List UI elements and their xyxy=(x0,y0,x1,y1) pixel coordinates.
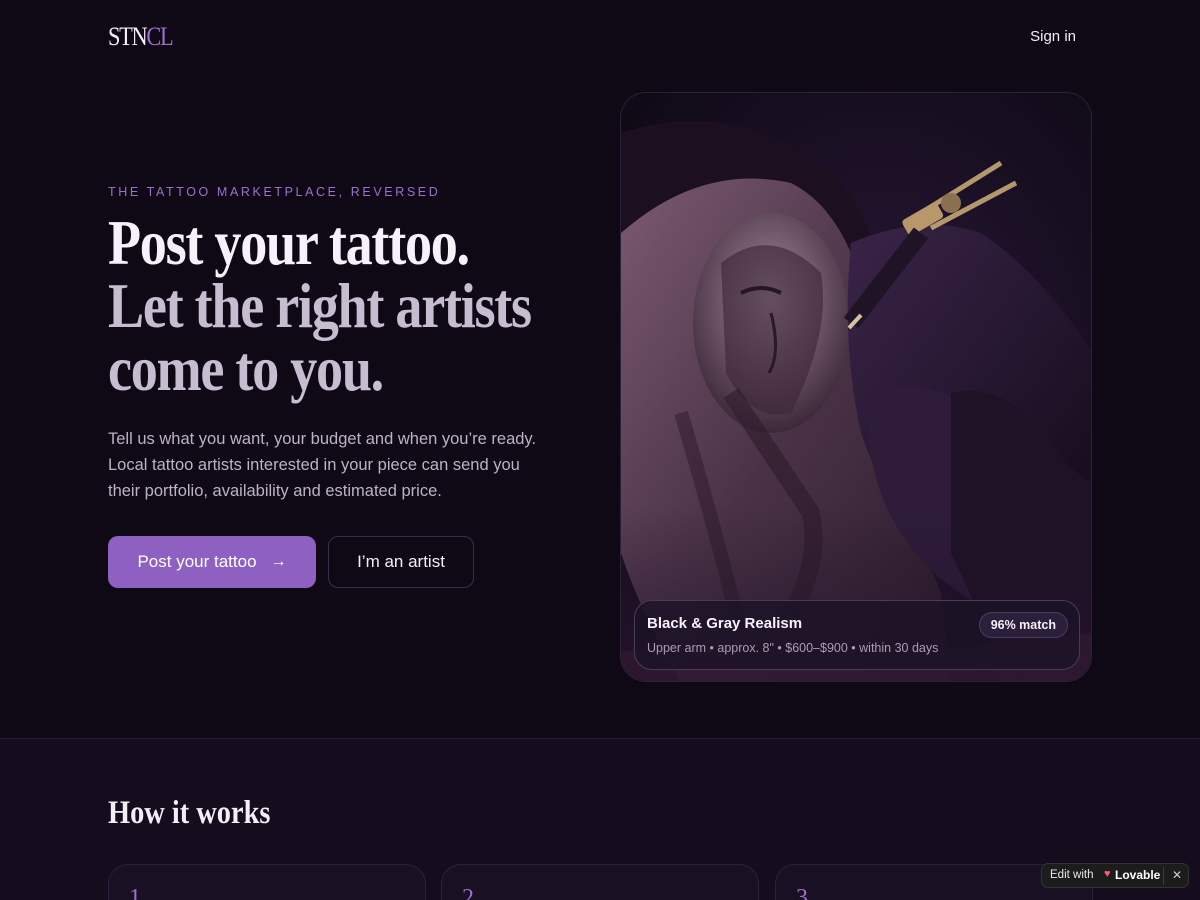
step-number: 2 xyxy=(462,885,474,900)
lovable-brand: Lovable xyxy=(1115,868,1161,882)
artist-button[interactable]: I’m an artist xyxy=(328,536,474,588)
step-card-2: 2 xyxy=(441,864,759,900)
post-tattoo-button[interactable]: Post your tattoo → xyxy=(108,536,316,588)
edit-with-label: Edit with xyxy=(1050,869,1094,881)
tattoo-photo xyxy=(621,93,1091,681)
sign-in-link[interactable]: Sign in xyxy=(1030,28,1076,45)
logo[interactable]: STNCL xyxy=(108,22,174,52)
post-tattoo-button-label: Post your tattoo xyxy=(137,552,257,571)
step-card-1: 1 xyxy=(108,864,426,900)
match-card-meta: Upper arm • approx. 8" • $600–$900 • wit… xyxy=(647,641,939,655)
step-number: 1 xyxy=(129,885,141,900)
arrow-right-icon: → xyxy=(270,553,287,570)
how-it-works-section: How it works 1 2 3 xyxy=(0,738,1200,900)
headline-line-2: Let the right artists xyxy=(108,271,532,341)
hero-headline: Post your tattoo. Let the right artists … xyxy=(108,212,588,401)
top-nav: STNCL Sign in xyxy=(0,0,1200,76)
hero-description: Tell us what you want, your budget and w… xyxy=(108,430,537,500)
hero-eyebrow: THE TATTOO MARKETPLACE, REVERSED xyxy=(108,185,441,199)
logo-part-2: CL xyxy=(146,22,173,51)
match-card-title: Black & Gray Realism xyxy=(647,615,803,632)
match-card[interactable]: Black & Gray Realism Upper arm • approx.… xyxy=(634,600,1080,670)
edit-with-lovable-badge[interactable]: Edit with ♥ Lovable ✕ xyxy=(1041,863,1189,888)
headline-line-1: Post your tattoo. xyxy=(108,208,470,278)
close-icon[interactable]: ✕ xyxy=(1172,868,1182,882)
headline-line-3: come to you. xyxy=(108,334,384,404)
logo-part-1: STN xyxy=(108,22,148,51)
heart-icon: ♥ xyxy=(1104,868,1111,880)
how-it-works-title: How it works xyxy=(108,795,271,831)
step-number: 3 xyxy=(796,885,808,900)
artist-button-label: I’m an artist xyxy=(357,552,445,571)
divider xyxy=(1163,867,1164,885)
hero-image-card: Black & Gray Realism Upper arm • approx.… xyxy=(620,92,1092,682)
match-badge: 96% match xyxy=(978,612,1068,638)
